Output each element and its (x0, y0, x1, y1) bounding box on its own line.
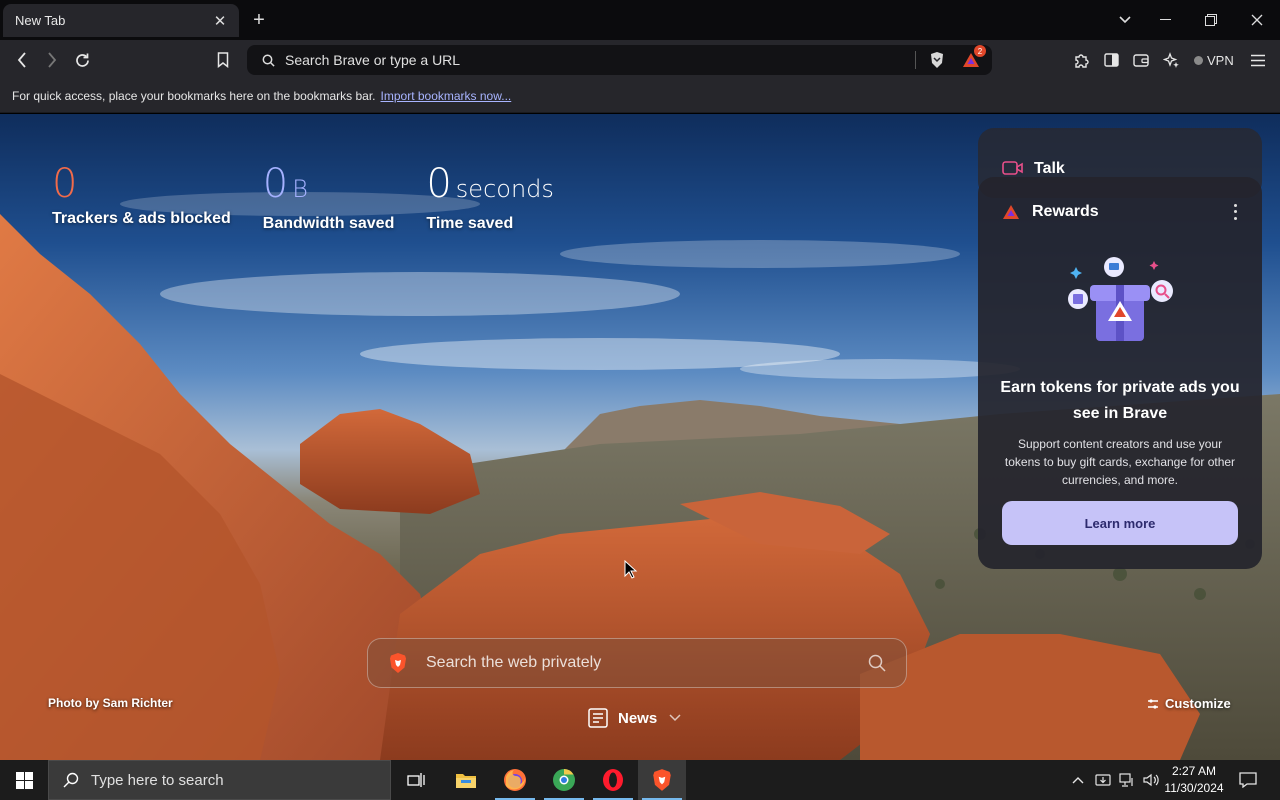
task-view-icon (407, 773, 425, 787)
photo-credit[interactable]: Photo by Sam Richter (48, 696, 173, 710)
learn-more-button[interactable]: Learn more (1002, 501, 1238, 545)
taskbar-chromium-app[interactable] (540, 760, 588, 800)
customize-label: Customize (1165, 696, 1231, 711)
stat-trackers: 0 Trackers & ads blocked (52, 162, 231, 233)
extensions-icon[interactable] (1069, 48, 1093, 72)
restore-button[interactable] (1193, 6, 1229, 34)
stat-bandwidth: 0B Bandwidth saved (263, 162, 395, 233)
stat-trackers-label: Trackers & ads blocked (52, 210, 231, 227)
tab-search-chevron-icon[interactable] (1107, 6, 1143, 34)
leo-ai-icon[interactable] (1159, 48, 1183, 72)
tab-strip: New Tab ✕ + (0, 0, 1280, 40)
search-icon (63, 772, 79, 788)
mouse-cursor-icon (624, 560, 638, 579)
stat-bandwidth-label: Bandwidth saved (262, 215, 395, 232)
talk-video-icon (1002, 161, 1023, 175)
brave-icon (653, 769, 671, 791)
forward-button[interactable] (40, 48, 64, 72)
search-icon (253, 54, 283, 67)
wallet-icon[interactable] (1129, 48, 1153, 72)
rewards-heading: Earn tokens for private ads you see in B… (1000, 379, 1240, 422)
tab-title: New Tab (15, 13, 66, 28)
rewards-more-menu-icon[interactable] (1228, 202, 1242, 222)
vpn-button[interactable]: VPN (1194, 50, 1234, 70)
start-button[interactable] (0, 760, 48, 800)
file-explorer-icon (456, 774, 476, 788)
customize-sliders-icon (1148, 698, 1158, 709)
stats-widget: 0 Trackers & ads blocked 0B Bandwidth sa… (52, 162, 554, 233)
menu-hamburger-icon[interactable] (1246, 48, 1270, 72)
opera-icon (603, 769, 623, 791)
new-tab-button[interactable]: + (248, 9, 270, 31)
address-bar[interactable]: 2 (247, 45, 992, 75)
show-hidden-icons-chevron-icon[interactable] (1068, 760, 1088, 800)
minimize-button[interactable] (1147, 6, 1183, 34)
tab-close-icon[interactable]: ✕ (211, 12, 229, 30)
brave-logo-icon (388, 652, 408, 674)
brave-rewards-icon[interactable]: 2 (958, 45, 986, 73)
vpn-status-icon (1194, 55, 1203, 65)
volume-icon[interactable] (1140, 760, 1162, 800)
bat-logo-icon (1003, 205, 1019, 219)
network-icon[interactable] (1116, 760, 1138, 800)
taskbar-firefox[interactable] (491, 760, 539, 800)
new-tab-page: 0 Trackers & ads blocked 0B Bandwidth sa… (0, 114, 1280, 760)
brave-shields-icon[interactable] (924, 47, 950, 73)
import-bookmarks-link[interactable]: Import bookmarks now... (381, 89, 512, 103)
notification-center-icon[interactable] (1234, 760, 1262, 800)
address-separator (915, 51, 916, 69)
rewards-gift-illustration (1068, 257, 1173, 341)
chromium-app-icon (553, 769, 575, 791)
search-submit-icon[interactable] (868, 654, 886, 672)
sidebar-toggle-icon[interactable] (1099, 48, 1123, 72)
windows-taskbar: 2:27 AM 11/30/2024 (0, 760, 1280, 800)
taskbar-clock[interactable]: 2:27 AM 11/30/2024 (1162, 763, 1226, 797)
clock-time: 2:27 AM (1171, 764, 1217, 778)
rewards-card: Rewards Earn tokens for private ads you … (978, 177, 1262, 569)
rewards-title: Rewards (1032, 203, 1099, 220)
reload-button[interactable] (70, 48, 94, 72)
taskbar-search-input[interactable] (91, 771, 351, 789)
back-button[interactable] (10, 48, 34, 72)
tab-new-tab[interactable]: New Tab ✕ (3, 4, 239, 37)
bookmarks-bar-message: For quick access, place your bookmarks h… (12, 89, 376, 103)
rewards-badge: 2 (974, 45, 986, 57)
news-label: News (618, 709, 658, 727)
rewards-header: Rewards (1002, 203, 1099, 221)
clock-date: 11/30/2024 (1164, 781, 1224, 795)
update-notification-icon[interactable] (1092, 760, 1114, 800)
ntp-search-box[interactable] (367, 638, 907, 688)
task-view-button[interactable] (392, 760, 440, 800)
taskbar-opera[interactable] (589, 760, 637, 800)
talk-title: Talk (1034, 160, 1065, 177)
stat-trackers-value: 0 (52, 161, 78, 207)
stat-bandwidth-value: 0B (262, 161, 308, 207)
customize-button[interactable]: Customize (1147, 696, 1231, 711)
chevron-down-icon (669, 714, 681, 722)
address-input[interactable] (283, 52, 907, 68)
news-icon (588, 708, 608, 728)
stat-time-value: 0 seconds (426, 161, 554, 207)
taskbar-search-box[interactable] (48, 760, 391, 800)
stat-time: 0 seconds Time saved (426, 162, 554, 233)
rewards-description: Support content creators and use your to… (1004, 437, 1236, 487)
bookmark-icon[interactable] (211, 48, 235, 72)
ntp-search-input[interactable] (426, 654, 868, 672)
news-button[interactable]: News (588, 708, 681, 728)
taskbar-brave[interactable] (638, 760, 686, 800)
taskbar-file-explorer[interactable] (442, 760, 490, 800)
bookmarks-bar: For quick access, place your bookmarks h… (0, 80, 1280, 113)
vpn-label: VPN (1207, 52, 1234, 68)
toolbar: 2 VPN (0, 40, 1280, 80)
stat-time-label: Time saved (426, 215, 514, 232)
windows-logo-icon (15, 771, 33, 789)
close-window-button[interactable] (1239, 6, 1275, 34)
firefox-icon (504, 769, 526, 791)
